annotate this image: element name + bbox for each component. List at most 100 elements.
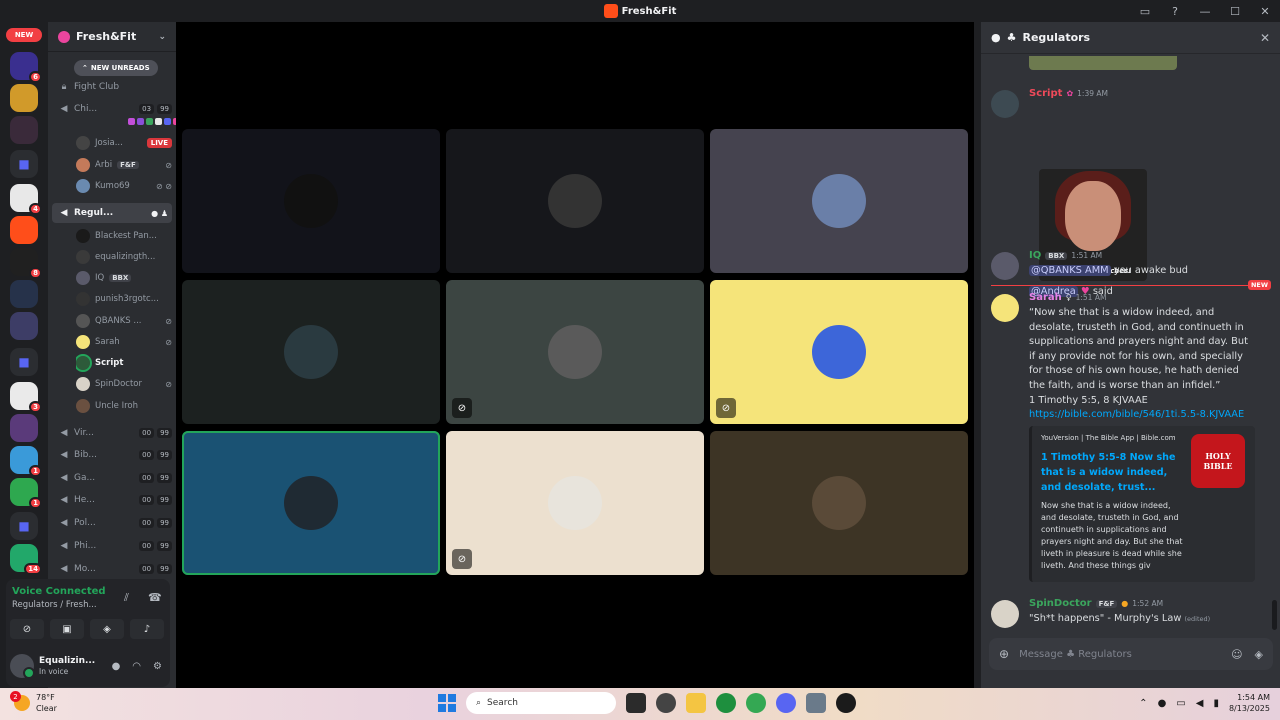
file-explorer-icon[interactable] bbox=[686, 693, 706, 713]
folder-icon[interactable]: ■ bbox=[10, 150, 38, 178]
weather-widget[interactable]: 2 78°F Clear bbox=[10, 691, 57, 714]
microphone-icon[interactable]: ● bbox=[112, 661, 121, 672]
chevron-up-icon[interactable]: ⌃ bbox=[1139, 698, 1147, 709]
clock[interactable]: 1:54 AM 8/13/2025 bbox=[1229, 692, 1270, 714]
participant-tile[interactable] bbox=[446, 129, 704, 273]
author-name[interactable]: IQ bbox=[1029, 250, 1041, 261]
voice-user[interactable]: equalizingth... bbox=[76, 247, 172, 267]
participant-tile[interactable] bbox=[182, 280, 440, 424]
help-icon[interactable]: ? bbox=[1160, 0, 1190, 22]
server-icon[interactable] bbox=[10, 414, 38, 442]
image-attachment[interactable] bbox=[1029, 56, 1177, 70]
server-icon[interactable]: 14 bbox=[10, 544, 42, 575]
participant-tile[interactable] bbox=[182, 129, 440, 273]
new-unreads-button[interactable]: ⌃ NEW UNREADS bbox=[74, 60, 158, 76]
close-button[interactable]: ✕ bbox=[1250, 0, 1280, 22]
guild-header[interactable]: Fresh&Fit ⌄ bbox=[48, 22, 176, 52]
channel-bib[interactable]: ◀ Bib... 00 99 bbox=[52, 445, 172, 465]
taskbar-search[interactable]: ⌕ Search bbox=[466, 692, 616, 714]
server-icon[interactable]: 1 bbox=[10, 446, 42, 477]
microphone-icon[interactable]: ● bbox=[1158, 698, 1167, 709]
avatar[interactable] bbox=[991, 252, 1019, 280]
channel-regulators[interactable]: ◀ Regul... ● ♟ bbox=[52, 203, 172, 223]
voice-location[interactable]: Regulators / Fresh... bbox=[12, 600, 97, 610]
voice-user[interactable]: SpinDoctor ⊘ bbox=[76, 374, 172, 394]
server-fresh-fit[interactable] bbox=[10, 216, 38, 244]
participant-tile[interactable]: ⊘ bbox=[446, 280, 704, 424]
embed-thumbnail[interactable]: HOLY BIBLE bbox=[1191, 434, 1245, 488]
inbox-icon[interactable]: ▭ bbox=[1130, 0, 1160, 22]
network-icon[interactable]: ▭ bbox=[1176, 698, 1185, 709]
avatar[interactable] bbox=[10, 654, 35, 679]
settings-icon[interactable] bbox=[806, 693, 826, 713]
voice-user[interactable]: Arbi F&F ⊘ bbox=[76, 155, 172, 175]
voice-user[interactable]: punish3rgotc... bbox=[76, 289, 172, 309]
server-icon[interactable]: 6 bbox=[10, 52, 42, 83]
server-icon[interactable]: 8 bbox=[10, 248, 42, 279]
voice-user[interactable]: Josia... LIVE bbox=[76, 133, 172, 153]
voice-user[interactable]: Uncle Iroh bbox=[76, 396, 172, 416]
emoji-icon[interactable]: ☺ bbox=[1231, 648, 1242, 661]
voice-user[interactable]: QBANKS ... ⊘ bbox=[76, 311, 172, 331]
avatar[interactable] bbox=[991, 90, 1019, 118]
participant-tile[interactable] bbox=[182, 431, 440, 575]
server-icon[interactable] bbox=[10, 312, 38, 340]
noise-suppression-icon[interactable]: ⫽ bbox=[124, 591, 129, 605]
app-icon[interactable] bbox=[656, 693, 676, 713]
participant-tile[interactable] bbox=[710, 129, 968, 273]
windows-start-icon[interactable] bbox=[438, 694, 456, 712]
app-icon[interactable] bbox=[836, 693, 856, 713]
voice-user[interactable]: Sarah ⊘ bbox=[76, 332, 172, 352]
user-info[interactable]: Equalizin... In voice bbox=[39, 656, 95, 676]
server-icon[interactable] bbox=[10, 116, 38, 144]
folder-icon[interactable]: ■ bbox=[10, 512, 38, 540]
author-name[interactable]: SpinDoctor bbox=[1029, 598, 1092, 609]
server-icon[interactable]: 3 bbox=[10, 382, 42, 413]
message-link[interactable]: https://bible.com/bible/546/1ti.5.5-8.KJ… bbox=[1029, 408, 1251, 423]
chat-bubble-icon[interactable]: ● ♟ bbox=[151, 209, 172, 218]
channel-chi[interactable]: ◀ Chi... 03 99 bbox=[52, 99, 172, 119]
participant-tile[interactable] bbox=[710, 431, 968, 575]
add-attachment-icon[interactable]: ⊕ bbox=[999, 647, 1009, 661]
avatar[interactable] bbox=[991, 294, 1019, 322]
server-icon[interactable] bbox=[10, 280, 38, 308]
battery-icon[interactable]: ▮ bbox=[1213, 698, 1219, 709]
message-composer[interactable]: ⊕ Message ♣ Regulators ☺ ◈ bbox=[989, 638, 1273, 670]
channel-he[interactable]: ◀ He... 00 99 bbox=[52, 490, 172, 510]
headphones-icon[interactable]: ◠ bbox=[132, 661, 141, 672]
avatar[interactable] bbox=[991, 600, 1019, 628]
xbox-icon[interactable] bbox=[716, 693, 736, 713]
server-icon[interactable] bbox=[10, 84, 38, 112]
gear-icon[interactable]: ⚙ bbox=[153, 661, 162, 672]
participant-tile[interactable]: ⊘ bbox=[710, 280, 968, 424]
folder-icon[interactable]: ■ bbox=[10, 348, 38, 376]
channel-phi[interactable]: ◀ Phi... 00 99 bbox=[52, 536, 172, 556]
activity-button[interactable]: ◈ bbox=[90, 619, 124, 639]
voice-user[interactable]: Kumo69 ⊘ ⊘ bbox=[76, 176, 172, 196]
chat-scrollbar[interactable] bbox=[1272, 600, 1277, 630]
embed-provider[interactable]: YouVersion | The Bible App | Bible.com bbox=[1041, 434, 1176, 442]
volume-icon[interactable]: ◀ bbox=[1196, 698, 1204, 709]
camera-off-button[interactable]: ⊘ bbox=[10, 619, 44, 639]
author-name[interactable]: Script bbox=[1029, 88, 1062, 99]
participant-tile[interactable]: ⊘ bbox=[446, 431, 704, 575]
disconnect-icon[interactable]: ☎ bbox=[148, 591, 162, 604]
screen-share-button[interactable]: ▣ bbox=[50, 619, 84, 639]
embed-title[interactable]: 1 Timothy 5:5-8 Now she that is a widow … bbox=[1041, 450, 1183, 495]
voice-user[interactable]: Script bbox=[76, 353, 172, 373]
voice-user[interactable]: IQ BBX bbox=[76, 268, 172, 288]
channel-pol[interactable]: ◀ Pol... 00 99 bbox=[52, 513, 172, 533]
author-name[interactable]: Sarah bbox=[1029, 292, 1062, 303]
discord-icon[interactable] bbox=[776, 693, 796, 713]
maximize-button[interactable]: ☐ bbox=[1220, 0, 1250, 22]
channel-vir[interactable]: ◀ Vir... 00 99 bbox=[52, 423, 172, 443]
task-view-icon[interactable] bbox=[626, 693, 646, 713]
voice-user[interactable]: Blackest Pan... bbox=[76, 226, 172, 246]
channel-ga[interactable]: ◀ Ga... 00 99 bbox=[52, 468, 172, 488]
channel-fight-club[interactable]: 🔒︎ Fight Club bbox=[52, 77, 172, 97]
gamepad-icon[interactable]: ◈ bbox=[1255, 648, 1263, 661]
new-badge[interactable]: NEW bbox=[6, 28, 42, 42]
mention[interactable]: @QBANKS AMM bbox=[1029, 265, 1111, 276]
server-icon[interactable]: 1 bbox=[10, 478, 42, 509]
server-icon[interactable]: 4 bbox=[10, 184, 42, 215]
